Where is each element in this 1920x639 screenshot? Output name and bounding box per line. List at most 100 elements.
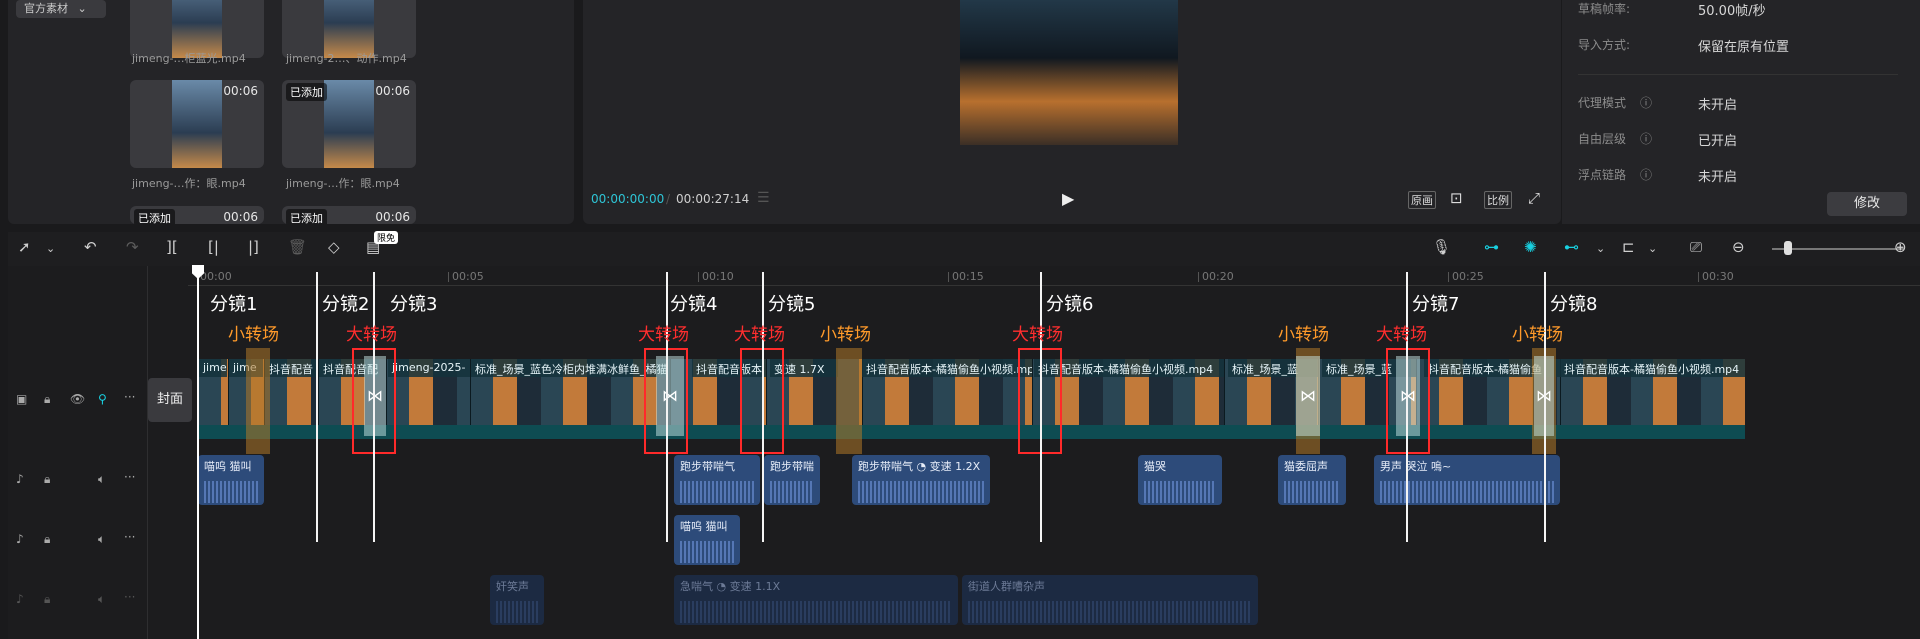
ruler-label: 00:00 — [200, 270, 232, 283]
media-thumb[interactable]: 已添加 00:06 — [130, 206, 264, 224]
ruler-label: 00:30 — [1702, 270, 1734, 283]
lock-icon[interactable]: 🔒︎ — [44, 392, 50, 407]
screenshot-icon[interactable]: ⎚ — [1690, 238, 1702, 256]
help-icon[interactable]: ⓘ — [1640, 94, 1652, 111]
chevron-down-icon[interactable]: ⌄ — [1596, 242, 1605, 255]
audio-track-icon: ♪ — [16, 532, 24, 546]
audio-clip-label: 男声 哭泣 嗚~ — [1380, 460, 1452, 473]
more-icon[interactable]: ··· — [124, 470, 135, 484]
waveform — [1284, 481, 1340, 503]
clip-title: jimeng-2025- — [388, 359, 470, 377]
more-icon[interactable]: ··· — [124, 530, 135, 544]
audio-clip-label: 跑步带喘气 — [680, 460, 735, 473]
help-icon[interactable]: ⓘ — [1640, 166, 1652, 183]
eye-icon[interactable]: 👁︎ — [70, 392, 85, 406]
media-label: jimeng-…柜蓝光.mp4 — [132, 52, 246, 65]
audio-clip[interactable]: 喵呜 猫叫 — [198, 455, 264, 505]
transition-icon[interactable]: ⋈ — [1296, 356, 1320, 436]
track-headers — [8, 266, 148, 639]
split-right-icon[interactable]: |] — [248, 238, 259, 256]
audio-clip[interactable]: 喵呜 猫叫 — [674, 515, 740, 565]
zoom-in-icon[interactable]: ⊕ — [1894, 238, 1907, 256]
speed-icon: ◔ — [716, 580, 727, 593]
shield-icon[interactable]: ◇ — [328, 238, 340, 256]
undo-icon[interactable]: ↶ — [84, 238, 97, 256]
lock-icon[interactable]: 🔒︎ — [44, 532, 50, 547]
ratio-button[interactable]: 比例 — [1484, 191, 1512, 209]
transition-label: 大转场 — [1376, 325, 1427, 345]
properties-panel — [1562, 0, 1920, 224]
prop-value: 未开启 — [1698, 98, 1738, 113]
fullscreen-icon[interactable]: ⤢ — [1528, 189, 1540, 207]
small-transition-marker[interactable] — [246, 348, 270, 454]
audio-clip[interactable]: 猫委屈声 — [1278, 455, 1346, 505]
small-transition-marker[interactable] — [836, 348, 862, 454]
cut-label: 分镜4 — [670, 294, 718, 315]
select-icon[interactable]: ➚ — [18, 238, 31, 256]
audio-clip[interactable]: 跑步带喘气 ◔ 变速 1.2X — [852, 455, 990, 505]
original-quality-button[interactable]: 原画 — [1408, 191, 1436, 209]
transition-label: 大转场 — [734, 325, 785, 345]
cover-button[interactable]: 封面 — [148, 378, 192, 422]
audio-clip[interactable]: 跑步带喘 — [764, 455, 820, 505]
transition-label: 大转场 — [1012, 325, 1063, 345]
play-icon[interactable]: ▶ — [1062, 189, 1074, 208]
ruler-tick — [948, 272, 949, 282]
mic-icon[interactable]: 🎙 — [1432, 238, 1451, 256]
media-thumb[interactable]: 已添加 00:06 — [282, 206, 416, 224]
zoom-slider-handle[interactable] — [1784, 241, 1792, 255]
transition-label: 大转场 — [346, 325, 397, 345]
media-thumb[interactable]: 已添加 00:06 — [282, 80, 416, 168]
media-thumb[interactable]: 00:06 — [130, 80, 264, 168]
transition-label: 小转场 — [1512, 325, 1563, 345]
audio-clip[interactable]: 奸笑声 — [490, 575, 544, 625]
waveform — [858, 481, 984, 503]
more-icon[interactable]: ··· — [124, 590, 135, 604]
prop-value: 已开启 — [1698, 134, 1738, 149]
magic-link-icon[interactable]: ✺ — [1524, 238, 1537, 256]
ruler-label: 00:20 — [1202, 270, 1234, 283]
waveform-icon[interactable]: ☰ — [757, 190, 770, 206]
cut-label: 分镜2 — [322, 294, 370, 315]
big-transition-box — [1386, 348, 1430, 454]
link-icon[interactable]: ⚲ — [98, 392, 107, 406]
speaker-icon[interactable]: 🔈︎ — [98, 592, 105, 607]
split-left-icon[interactable]: [| — [208, 238, 219, 256]
audio-clip[interactable]: 街道人群嘈杂声 — [962, 575, 1258, 625]
align-icon[interactable]: ⊏ — [1622, 238, 1635, 256]
audio-clip-label: 喵呜 猫叫 — [204, 460, 252, 473]
link-preview-icon[interactable]: ⊷ — [1564, 238, 1579, 256]
lock-icon[interactable]: 🔒︎ — [44, 592, 50, 607]
split-icon[interactable]: ][ — [166, 238, 178, 256]
speaker-icon[interactable]: 🔈︎ — [98, 472, 105, 487]
modify-button[interactable]: 修改 — [1827, 192, 1907, 216]
prop-value: 未开启 — [1698, 170, 1738, 185]
ruler-tick — [1698, 272, 1699, 282]
chevron-down-icon[interactable]: ⌄ — [1648, 242, 1657, 255]
cut-label: 分镜1 — [210, 294, 258, 315]
audio-clip[interactable]: 跑步带喘气 — [674, 455, 760, 505]
official-material-dropdown[interactable]: 官方素材 ⌄ — [16, 0, 106, 18]
audio-clip-label: 猫哭 — [1144, 460, 1166, 473]
chevron-down-icon[interactable]: ⌄ — [46, 242, 55, 255]
redo-icon[interactable]: ↷ — [126, 238, 139, 256]
more-icon[interactable]: ··· — [124, 390, 135, 404]
total-time: 00:00:27:14 — [676, 192, 750, 206]
lock-icon[interactable]: 🔒︎ — [44, 472, 50, 487]
ruler-tick — [448, 272, 449, 282]
cut-label: 分镜5 — [768, 294, 816, 315]
zoom-out-icon[interactable]: ⊖ — [1732, 238, 1745, 256]
delete-icon[interactable]: 🗑 — [288, 238, 307, 256]
audio-clip[interactable]: 猫哭 — [1138, 455, 1222, 505]
speaker-icon[interactable]: 🔈︎ — [98, 532, 105, 547]
audio-clip[interactable]: 急喘气 ◔ 变速 1.1X — [674, 575, 958, 625]
link-main-icon[interactable]: ⊶ — [1484, 238, 1499, 256]
help-icon[interactable]: ⓘ — [1640, 130, 1652, 147]
duration-label: 00:06 — [223, 210, 258, 224]
ruler-label: 00:25 — [1452, 270, 1484, 283]
playhead[interactable] — [197, 266, 199, 639]
focus-icon[interactable]: ⊡ — [1450, 189, 1463, 207]
audio-clip[interactable]: 男声 哭泣 嗚~ — [1374, 455, 1560, 505]
added-badge: 已添加 — [134, 209, 175, 224]
cut-line — [666, 272, 668, 542]
